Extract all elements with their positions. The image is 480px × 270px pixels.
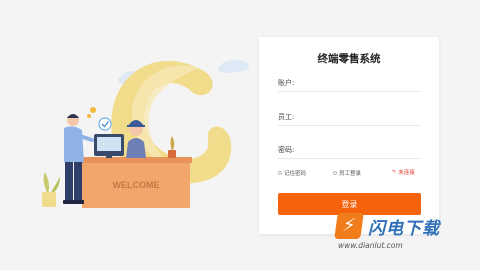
staff-login-label: 员工登录: [339, 171, 362, 177]
check-badge-icon: [98, 117, 112, 131]
cloud-right: [218, 60, 249, 73]
password-underline: [278, 158, 421, 159]
account-input[interactable]: [303, 78, 421, 88]
desk-sign-text: WELCOME: [113, 180, 160, 190]
staff-underline: [278, 125, 421, 126]
reception-desk: WELCOME: [80, 157, 192, 208]
remember-password-option[interactable]: 记住密码: [278, 169, 306, 177]
staff-login-radio-icon[interactable]: [333, 171, 337, 175]
coins-icon: [87, 107, 96, 118]
login-card: 终端零售系统 账户: 员工: 密码: 记住密码 员工登录 ✎ 未连接 登录: [259, 37, 439, 234]
account-underline: [278, 91, 421, 92]
connection-status: ✎ 未连接: [392, 168, 415, 176]
plant-desk-icon: [168, 136, 176, 158]
connection-status-text: 未连接: [398, 170, 415, 176]
site-watermark: ⚡ 闪电下载 www.dianlut.com: [334, 213, 466, 253]
password-input[interactable]: [303, 145, 421, 155]
password-label: 密码:: [278, 146, 295, 154]
monitor-icon: [94, 134, 124, 158]
login-button[interactable]: 登录: [278, 193, 421, 215]
disconnected-icon: ✎: [392, 169, 397, 175]
staff-login-option[interactable]: 员工登录: [333, 169, 361, 177]
lightning-logo-icon: ⚡: [334, 213, 364, 239]
watermark-name: 闪电下载: [368, 219, 440, 239]
remember-password-label: 记住密码: [284, 171, 307, 177]
staff-input[interactable]: [303, 112, 421, 122]
account-label: 账户:: [278, 79, 295, 87]
staff-label: 员工:: [278, 113, 295, 121]
remember-radio-icon[interactable]: [278, 171, 282, 175]
welcome-illustration: WELCOME: [42, 60, 249, 208]
login-title: 终端零售系统: [317, 53, 381, 65]
watermark-url: www.dianlut.com: [338, 241, 403, 250]
plant-left-icon: [42, 172, 60, 207]
